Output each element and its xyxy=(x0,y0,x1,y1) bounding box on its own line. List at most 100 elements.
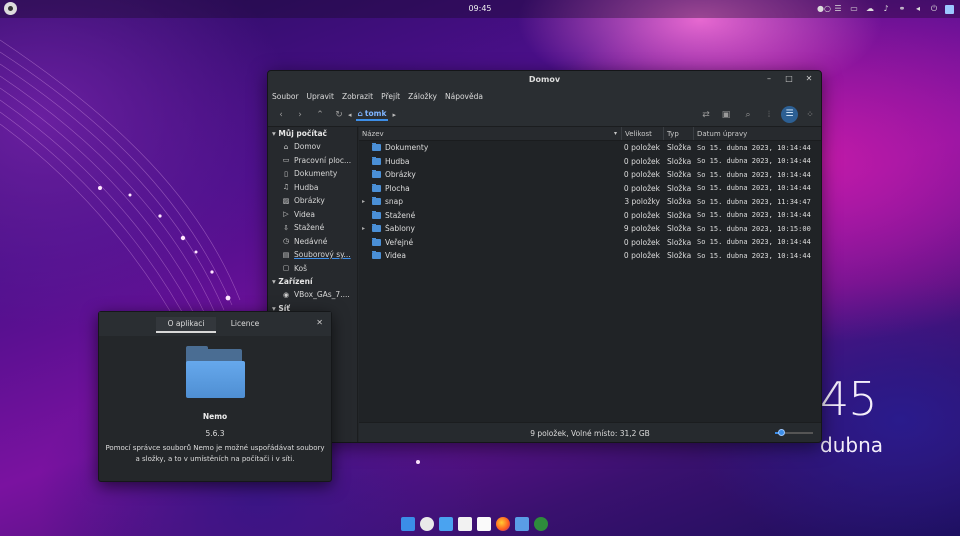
terminal-icon[interactable] xyxy=(534,517,548,531)
table-row[interactable]: Veřejné 0 položek Složka So 15. dubna 2023,… xyxy=(359,236,821,250)
bell-icon[interactable]: ♪ xyxy=(881,3,891,15)
table-row[interactable]: ▸ snap 3 položky Složka So 15. dubna 2023, 1… xyxy=(359,195,821,209)
forward-icon[interactable]: › xyxy=(293,108,307,122)
breadcrumb-right-arrow-icon[interactable]: ▸ xyxy=(392,111,396,119)
menu-view[interactable]: Zobrazit xyxy=(342,92,373,101)
sidebar-item-downloads[interactable]: ⇩ Stažené xyxy=(268,221,357,235)
sidebar-item-home[interactable]: ⌂ Domov xyxy=(268,140,357,154)
download-icon: ⇩ xyxy=(283,223,289,232)
store-icon[interactable] xyxy=(439,517,453,531)
column-header-name[interactable]: Název ▾ xyxy=(359,127,622,140)
files-icon[interactable] xyxy=(458,517,472,531)
sidebar-item-recent[interactable]: ◷ Nedávné xyxy=(268,235,357,249)
sidebar-item-label: Koš xyxy=(294,263,308,273)
text-editor-icon[interactable] xyxy=(477,517,491,531)
system-tray: ●○ ☰ ▭ ☁ ♪ ⚭ ◂ ⏻ xyxy=(817,3,954,15)
sidebar-item-vbox-disc[interactable]: ◉ VBox_GAs_7.... xyxy=(268,288,357,302)
file-date: So 15. dubna 2023, 10:14:44 xyxy=(697,211,811,220)
breadcrumb-left-arrow-icon[interactable]: ◂ xyxy=(348,111,352,119)
minimize-icon[interactable]: – xyxy=(765,74,773,84)
menu-edit[interactable]: Upravit xyxy=(307,92,334,101)
menu-help[interactable]: Nápověda xyxy=(445,92,483,101)
sidebar-item-desktop[interactable]: ▭ Pracovní ploc... xyxy=(268,154,357,168)
sort-descending-icon: ▾ xyxy=(613,130,617,137)
file-name: Hudba xyxy=(385,156,410,166)
sidebar-item-filesystem[interactable]: ▤ Souborový sy... xyxy=(268,248,357,262)
breadcrumb-home[interactable]: ⌂ tomk xyxy=(355,109,389,121)
file-list: Název ▾ Velikost Typ Datum úpravy Dokumen… xyxy=(359,127,821,442)
maximize-icon[interactable]: □ xyxy=(785,74,793,84)
column-header-type[interactable]: Typ xyxy=(664,127,694,140)
tab-license[interactable]: Licence xyxy=(217,317,273,333)
music-icon: ♫ xyxy=(282,183,290,192)
video-icon: ▷ xyxy=(283,210,289,219)
toggle-location-icon[interactable]: ⇄ xyxy=(699,108,713,122)
power-icon[interactable]: ⏻ xyxy=(929,3,939,15)
panel-clock[interactable]: 09:45 xyxy=(0,4,960,13)
file-name: Plocha xyxy=(385,183,410,193)
apps-icon[interactable] xyxy=(401,517,415,531)
sidebar-section-devices[interactable]: Zařízení xyxy=(268,275,357,288)
file-size: 0 položek xyxy=(623,183,660,193)
table-row[interactable]: ▸ Šablony 9 položek Složka So 15. dubna 2023… xyxy=(359,222,821,236)
column-header-size[interactable]: Velikost xyxy=(622,127,664,140)
document-icon: ▯ xyxy=(284,169,288,178)
compact-view-icon[interactable]: ⁘ xyxy=(803,108,817,122)
sidebar-item-label: Dokumenty xyxy=(294,169,338,178)
sidebar-item-trash[interactable]: ▢ Koš xyxy=(268,262,357,276)
file-name: Obrázky xyxy=(385,170,416,180)
file-name: Dokumenty xyxy=(385,143,429,153)
sidebar-item-documents[interactable]: ▯ Dokumenty xyxy=(268,167,357,181)
menu-lines-icon[interactable]: ☰ xyxy=(833,3,843,15)
network-icon[interactable]: ⚭ xyxy=(897,3,907,15)
back-icon[interactable]: ‹ xyxy=(274,108,288,122)
settings-icon[interactable] xyxy=(420,517,434,531)
table-row[interactable]: Dokumenty 0 položek Složka So 15. dubna 202… xyxy=(359,141,821,155)
expand-arrow-icon[interactable]: ▸ xyxy=(362,198,368,205)
tab-about[interactable]: O aplikaci xyxy=(156,317,216,333)
table-row[interactable]: Videa 0 položek Složka So 15. dubna 2023, 1… xyxy=(359,249,821,263)
window-titlebar[interactable]: Domov – □ ✕ xyxy=(268,71,821,89)
file-name-cell: Stažené xyxy=(359,210,622,220)
volume-icon[interactable]: ◂ xyxy=(913,3,923,15)
workspace-indicator-icon[interactable]: ●○ xyxy=(817,3,831,15)
table-row[interactable]: Obrázky 0 položek Složka So 15. dubna 2023,… xyxy=(359,168,821,182)
search-icon[interactable]: ⌕ xyxy=(741,108,755,122)
folder-icon xyxy=(372,251,381,260)
sidebar-section-computer[interactable]: Můj počítač xyxy=(268,127,357,140)
file-type: Složka xyxy=(667,251,692,261)
file-date: So 15. dubna 2023, 10:14:44 xyxy=(697,184,811,193)
sidebar-item-label: Videa xyxy=(294,209,316,219)
sidebar-item-music[interactable]: ♫ Hudba xyxy=(268,181,357,195)
list-view-icon[interactable]: ☰ xyxy=(781,106,798,123)
close-icon[interactable]: ✕ xyxy=(316,318,323,327)
folder-icon[interactable] xyxy=(515,517,529,531)
menu-file[interactable]: Soubor xyxy=(272,92,299,101)
new-folder-icon[interactable]: ▣ xyxy=(719,108,733,122)
icon-view-icon[interactable]: ⦙ xyxy=(762,108,776,122)
zoom-slider-handle[interactable] xyxy=(777,429,785,436)
zoom-slider[interactable] xyxy=(775,429,813,436)
up-icon[interactable]: ⌃ xyxy=(313,108,327,122)
file-date: So 15. dubna 2023, 10:15:00 xyxy=(697,224,811,233)
file-name: Šablony xyxy=(385,224,415,234)
menu-bookmarks[interactable]: Záložky xyxy=(408,92,437,101)
app-description: Pomocí správce souborů Nemo je možné usp… xyxy=(105,444,325,463)
table-row[interactable]: Hudba 0 položek Složka So 15. dubna 2023, 1… xyxy=(359,155,821,169)
expand-arrow-icon[interactable]: ▸ xyxy=(362,225,368,232)
refresh-icon[interactable]: ↻ xyxy=(332,108,346,122)
menu-go[interactable]: Přejít xyxy=(381,92,400,101)
sidebar-item-label: Souborový sy... xyxy=(294,250,351,259)
close-icon[interactable]: ✕ xyxy=(805,74,813,84)
table-row[interactable]: Plocha 0 položek Složka So 15. dubna 2023, … xyxy=(359,182,821,196)
status-bar: 9 položek, Volné místo: 31,2 GB xyxy=(359,422,821,442)
sidebar-item-pictures[interactable]: ▨ Obrázky xyxy=(268,194,357,208)
sidebar-item-label: Domov xyxy=(294,142,321,151)
column-header-date[interactable]: Datum úpravy xyxy=(694,127,821,140)
sidebar-item-videos[interactable]: ▷ Videa xyxy=(268,208,357,222)
show-desktop-icon[interactable] xyxy=(945,4,954,14)
table-row[interactable]: Stažené 0 položek Složka So 15. dubna 2023,… xyxy=(359,209,821,223)
firefox-icon[interactable] xyxy=(496,517,510,531)
cloud-icon[interactable]: ☁ xyxy=(865,3,875,15)
clipboard-icon[interactable]: ▭ xyxy=(849,3,859,15)
